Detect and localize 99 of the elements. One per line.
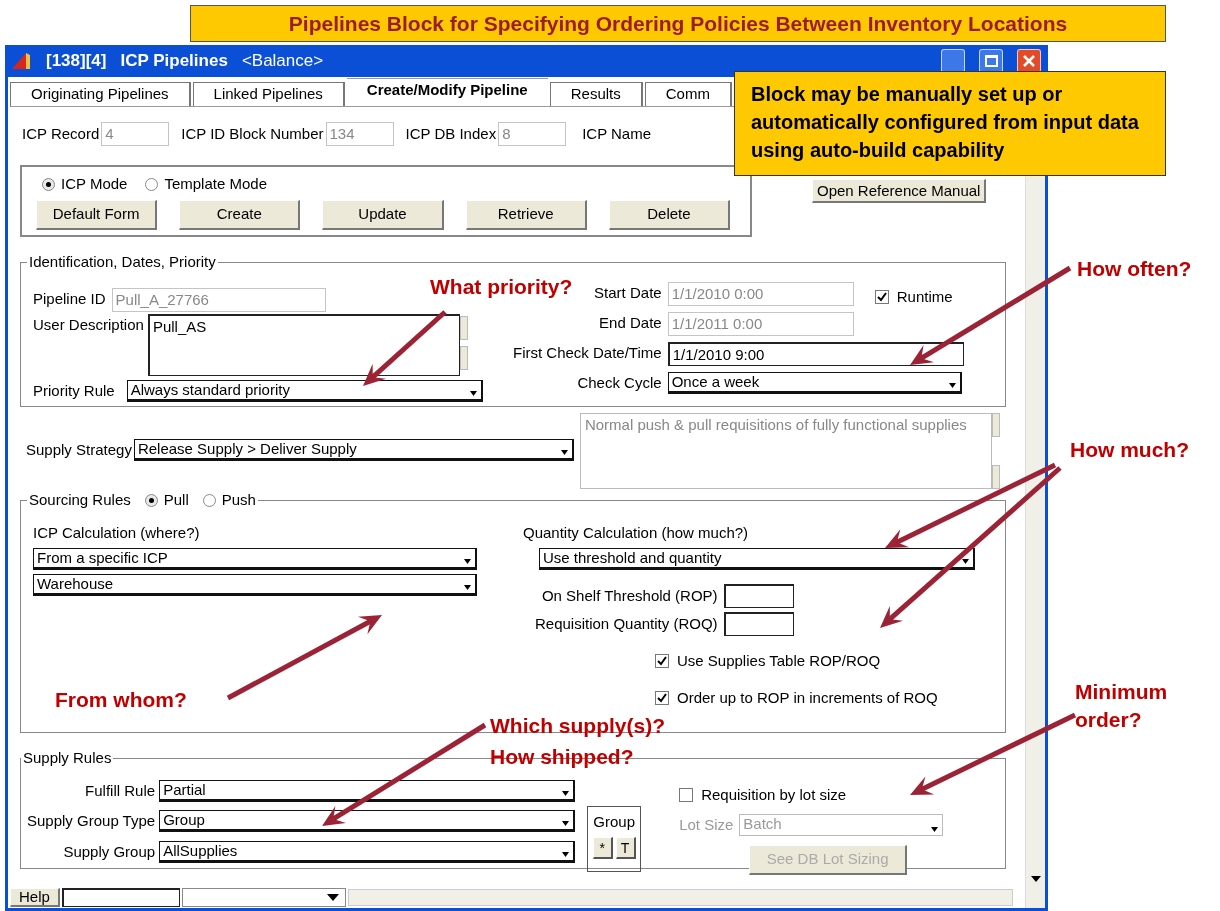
button[interactable]: Update	[322, 199, 444, 230]
group-title: Group	[593, 811, 635, 832]
maximize-button[interactable]	[979, 49, 1003, 73]
button[interactable]: Delete	[608, 199, 730, 230]
field-label: End Date	[599, 313, 662, 334]
dropdown[interactable]: From a specific ICP	[33, 548, 477, 570]
annotation-text: Which supply(s)?	[490, 713, 665, 739]
field-label: ICP DB Index	[405, 123, 497, 144]
field-label: Quantity Calculation (how much?)	[523, 522, 750, 543]
field-label: First Check Date/Time	[513, 343, 662, 364]
window-title: [138][4]	[46, 50, 107, 73]
field-label: Start Date	[594, 283, 662, 304]
caret-icon	[469, 390, 477, 396]
dropdown[interactable]: Once a week	[667, 371, 962, 394]
field-label: Supply Strategy	[26, 439, 132, 460]
input-field[interactable]: Pull_AS	[147, 313, 460, 376]
caret-icon	[464, 585, 471, 590]
field-label: Supply Group	[63, 841, 156, 862]
checkbox[interactable]: Use Supplies Table ROP/ROQ	[655, 650, 975, 673]
close-button[interactable]	[1017, 49, 1041, 73]
group-title: Sourcing Rules	[29, 490, 131, 510]
scroll-button[interactable]	[459, 345, 468, 370]
check-icon	[876, 291, 887, 302]
input-field[interactable]	[61, 887, 180, 907]
dropdown[interactable]: Group	[159, 810, 576, 833]
field-label: Pipeline ID	[33, 289, 106, 310]
annotation-text: How often?	[1077, 256, 1192, 282]
check-icon	[657, 656, 667, 667]
scroll-button[interactable]	[459, 315, 468, 340]
radio-label: ICP Mode	[61, 174, 128, 194]
button[interactable]: T	[615, 837, 636, 859]
field-label: Fulfill Rule	[85, 780, 156, 801]
radio-button[interactable]	[202, 493, 216, 507]
dropdown[interactable]: Warehouse	[33, 574, 477, 596]
dropdown[interactable]: Always standard priority	[126, 379, 483, 402]
scroll-down-icon[interactable]	[1030, 876, 1041, 882]
field-label: ICP Record	[22, 123, 100, 144]
radio-button[interactable]	[145, 177, 159, 191]
caret-icon	[464, 559, 471, 564]
field-label: Supply Group Type	[27, 811, 156, 831]
banner-title: Pipelines Block for Specifying Ordering Policies Between Inventory Locations	[190, 5, 1166, 42]
caret-icon	[326, 893, 339, 901]
tab[interactable]: Results	[549, 82, 643, 106]
button[interactable]: Open Reference Manual	[812, 179, 987, 203]
minimize-button[interactable]	[941, 49, 965, 73]
radio-button[interactable]	[42, 177, 55, 191]
check-icon	[657, 692, 667, 703]
annotation-text: Minimum order?	[1075, 679, 1169, 733]
button[interactable]: *	[592, 837, 613, 859]
app-icon	[10, 51, 32, 71]
dropdown[interactable]: Use threshold and quantity	[539, 548, 975, 570]
button[interactable]: Create	[179, 199, 301, 230]
annotation-text: How much?	[1070, 437, 1189, 463]
dropdown[interactable]: Release Supply > Deliver Supply	[133, 439, 574, 461]
group-title: Identification, Dates, Priority	[28, 252, 217, 272]
field-label: On Shelf Threshold (ROP)	[541, 585, 718, 606]
caret-icon	[931, 827, 939, 833]
callout-note: Block may be manually set up or automatically configured from input data using auto-build capability	[734, 71, 1166, 176]
checkbox[interactable]: Order up to ROP in increments of ROQ	[655, 686, 975, 709]
radio-label: Push	[221, 490, 256, 510]
input-field[interactable]: 1/1/2010 9:00	[667, 341, 964, 366]
radio-button[interactable]	[144, 493, 158, 507]
dropdown[interactable]: AllSupplies	[159, 840, 576, 863]
group-title: Supply Rules	[22, 748, 113, 768]
field-label: Priority Rule	[33, 380, 115, 401]
input-field[interactable]	[723, 584, 794, 608]
annotation-text: How shipped?	[490, 744, 634, 770]
radio-label: Template Mode	[164, 174, 267, 194]
caret-icon	[560, 450, 568, 455]
annotation-text: From whom?	[55, 687, 187, 713]
field-label: Check Cycle	[577, 372, 662, 393]
field-label: Requisition Quantity (ROQ)	[535, 613, 718, 634]
caret-icon	[948, 382, 956, 388]
caret-icon	[562, 851, 570, 857]
field-label: ICP ID Block Number	[181, 123, 324, 144]
window-title: <Balance>	[241, 50, 324, 73]
window-title: ICP Pipelines	[120, 50, 228, 73]
checkbox[interactable]: Runtime	[874, 285, 964, 308]
annotation-text: What priority?	[430, 274, 573, 300]
field-label: Lot Size	[679, 815, 734, 835]
input-field[interactable]	[723, 612, 794, 636]
caret-icon	[962, 559, 969, 564]
tab[interactable]: Create/Modify Pipeline	[346, 78, 548, 106]
caret-icon	[562, 821, 570, 827]
dropdown[interactable]: Partial	[159, 779, 576, 802]
tab[interactable]: Comm	[644, 82, 732, 106]
button[interactable]: Retrieve	[465, 199, 587, 230]
field-label: User Description	[33, 314, 144, 335]
help-button[interactable]: Help	[10, 887, 60, 907]
tab[interactable]: Originating Pipelines	[10, 82, 191, 106]
button[interactable]: Default Form	[36, 199, 158, 230]
description-field: Normal push & pull requisitions of fully functional supplies	[579, 413, 992, 489]
radio-label: Pull	[163, 490, 189, 510]
field-label: ICP Calculation (where?)	[33, 522, 201, 543]
tab[interactable]: Linked Pipelines	[192, 82, 345, 106]
field-label: ICP Name	[582, 123, 652, 144]
checkbox[interactable]: Requisition by lot size	[679, 783, 944, 806]
close-icon	[1023, 55, 1035, 67]
caret-icon	[562, 790, 570, 796]
